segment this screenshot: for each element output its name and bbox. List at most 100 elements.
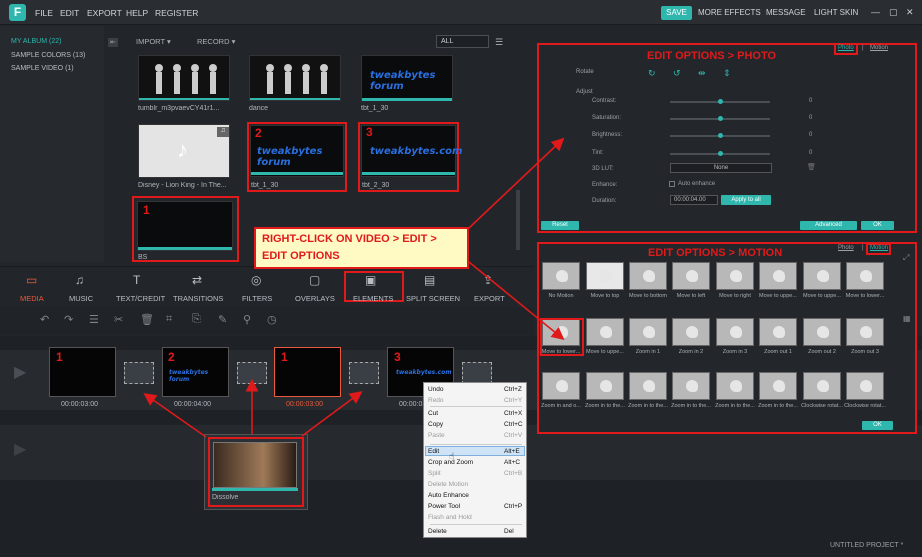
record-dropdown[interactable]: RECORD ▾: [197, 37, 235, 46]
context-menu-item[interactable]: Edit: [428, 448, 439, 455]
menu-register[interactable]: REGISTER: [155, 8, 198, 18]
context-menu-item[interactable]: Delete: [428, 528, 447, 535]
ok-button[interactable]: OK: [861, 221, 894, 230]
context-menu-item[interactable]: Flash and Hold: [428, 514, 472, 521]
album-sample-colors[interactable]: SAMPLE COLORS (13): [11, 52, 85, 59]
context-menu-item[interactable]: Paste: [428, 432, 445, 439]
context-menu-item[interactable]: Power Tool: [428, 503, 460, 510]
more-effects-button[interactable]: MORE EFFECTS: [698, 8, 761, 17]
flip-vertical-icon[interactable]: ⇕: [723, 68, 731, 79]
rotate-ccw-icon[interactable]: ↺: [673, 68, 681, 79]
minimize-icon[interactable]: —: [871, 7, 880, 17]
lut-select[interactable]: None: [670, 163, 772, 173]
motion-preset-thumb[interactable]: [759, 318, 797, 346]
media-thumb[interactable]: [249, 55, 341, 101]
duration-input[interactable]: 00:00:04.00: [670, 195, 718, 205]
library-scrollbar[interactable]: [516, 190, 520, 250]
motion-preset-thumb[interactable]: [672, 262, 710, 290]
tab-overlays[interactable]: OVERLAYS: [295, 294, 335, 303]
duration-icon[interactable]: ◷: [267, 313, 277, 326]
motion-preset-thumb[interactable]: [716, 318, 754, 346]
motion-preset-thumb[interactable]: [672, 372, 710, 400]
maximize-icon[interactable]: ▢: [889, 7, 898, 18]
tab-transitions[interactable]: TRANSITIONS: [173, 294, 223, 303]
adjust-icon[interactable]: ☰: [89, 313, 99, 326]
close-icon[interactable]: ✕: [906, 7, 914, 18]
reset-button[interactable]: Reset: [541, 221, 579, 230]
tab-elements[interactable]: ELEMENTS: [353, 294, 393, 303]
context-menu-item[interactable]: Delete Motion: [428, 481, 468, 488]
motion-preset-thumb[interactable]: [586, 262, 624, 290]
tab-photo[interactable]: Photo: [838, 245, 854, 251]
motion-preset-thumb[interactable]: [846, 372, 884, 400]
fullscreen-icon[interactable]: ⤢: [903, 253, 909, 263]
motion-preset-thumb[interactable]: [542, 262, 580, 290]
contrast-knob[interactable]: [718, 99, 723, 104]
media-thumb[interactable]: tweakbytes forum: [361, 55, 453, 101]
media-thumb[interactable]: tweakbytes forum: [250, 125, 344, 177]
motion-preset-thumb[interactable]: [672, 318, 710, 346]
light-skin-button[interactable]: LIGHT SKIN: [814, 8, 858, 17]
menu-file[interactable]: FILE: [35, 8, 53, 18]
tab-split-screen[interactable]: SPLIT SCREEN: [406, 294, 460, 303]
media-thumb[interactable]: ♪ ♫: [138, 124, 230, 178]
split-icon[interactable]: ⎘: [192, 313, 201, 326]
motion-preset-thumb[interactable]: [586, 318, 624, 346]
motion-preset-thumb[interactable]: [629, 318, 667, 346]
motion-preset-thumb[interactable]: [716, 262, 754, 290]
auto-enhance-checkbox[interactable]: [669, 181, 675, 187]
transition-thumb[interactable]: [124, 362, 154, 384]
trash-icon[interactable]: 🗑: [807, 163, 816, 171]
transition-thumb[interactable]: [237, 362, 267, 384]
motion-preset-thumb[interactable]: [803, 372, 841, 400]
tint-knob[interactable]: [718, 151, 723, 156]
brightness-knob[interactable]: [718, 133, 723, 138]
context-menu-item[interactable]: Copy: [428, 421, 443, 428]
motion-preset-thumb[interactable]: [803, 318, 841, 346]
voice-icon[interactable]: ⚲: [243, 313, 251, 326]
tab-export[interactable]: EXPORT: [474, 294, 505, 303]
tab-text-credit[interactable]: TEXT/CREDIT: [116, 294, 165, 303]
motion-ok-button[interactable]: OK: [862, 421, 893, 430]
apply-to-all-button[interactable]: Apply to all: [721, 195, 771, 205]
context-menu-item[interactable]: Cut: [428, 410, 438, 417]
undo-icon[interactable]: ↶: [40, 313, 49, 326]
motion-preset-thumb[interactable]: [586, 372, 624, 400]
advanced-button[interactable]: Advanced: [800, 221, 857, 230]
motion-preset-thumb[interactable]: [803, 262, 841, 290]
delete-icon[interactable]: 🗑: [140, 313, 154, 326]
menu-help[interactable]: HELP: [126, 8, 148, 18]
tab-motion[interactable]: Motion: [870, 45, 888, 51]
media-thumb[interactable]: [137, 201, 233, 251]
crop-icon[interactable]: ⌗: [166, 313, 172, 326]
save-button[interactable]: SAVE: [661, 6, 692, 20]
media-thumb[interactable]: tweakbytes.com: [361, 125, 462, 177]
motion-preset-thumb[interactable]: [629, 372, 667, 400]
collapse-album-icon[interactable]: ⇤: [108, 38, 118, 47]
grid-icon[interactable]: ▦: [903, 314, 911, 323]
color-icon[interactable]: ✎: [218, 313, 227, 326]
motion-preset-thumb[interactable]: [759, 372, 797, 400]
rotate-cw-icon[interactable]: ↻: [648, 68, 656, 79]
album-sample-video[interactable]: SAMPLE VIDEO (1): [11, 65, 74, 72]
list-view-icon[interactable]: ☰: [495, 37, 503, 48]
cut-icon[interactable]: ✂: [114, 313, 123, 326]
media-thumb[interactable]: [138, 55, 230, 101]
transition-thumb[interactable]: [349, 362, 379, 384]
motion-preset-thumb[interactable]: [846, 318, 884, 346]
tab-filters[interactable]: FILTERS: [242, 294, 272, 303]
tab-photo[interactable]: Photo: [838, 45, 854, 51]
motion-preset-thumb[interactable]: [846, 262, 884, 290]
redo-icon[interactable]: ↷: [64, 313, 73, 326]
context-menu-item[interactable]: Undo: [428, 386, 444, 393]
context-menu-item[interactable]: Auto Enhance: [428, 492, 469, 499]
tab-motion[interactable]: Motion: [870, 245, 888, 251]
album-my-album[interactable]: MY ALBUM (22): [11, 38, 61, 45]
context-menu-item[interactable]: Redo: [428, 397, 444, 404]
message-button[interactable]: MESSAGE: [766, 8, 806, 17]
motion-preset-thumb[interactable]: [759, 262, 797, 290]
transition-thumb[interactable]: [462, 362, 492, 384]
import-dropdown[interactable]: IMPORT ▾: [136, 37, 171, 46]
filter-select[interactable]: ALL: [436, 35, 489, 48]
tab-music[interactable]: MUSIC: [69, 294, 93, 303]
